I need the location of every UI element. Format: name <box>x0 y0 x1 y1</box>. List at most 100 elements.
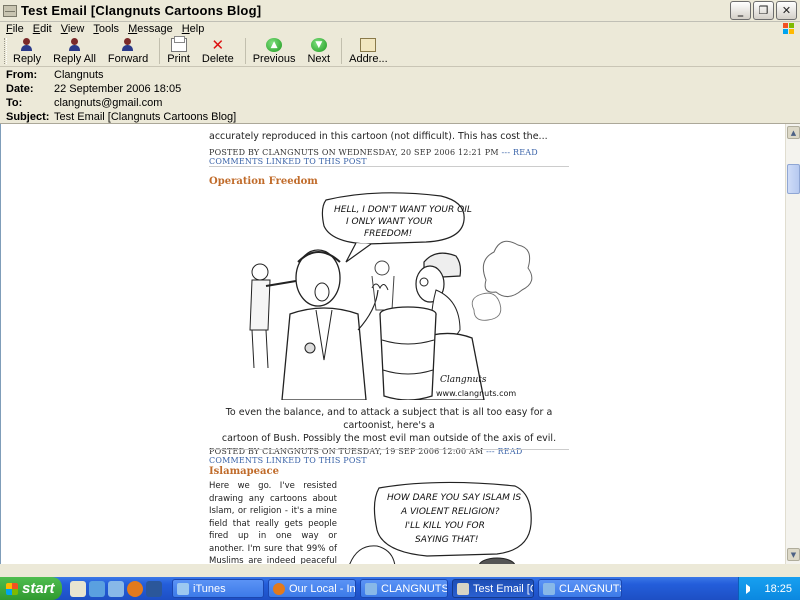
menu-tools[interactable]: Tools <box>93 23 119 35</box>
bubble-line-1: HELL, I DON'T WANT YOUR OIL <box>334 205 472 215</box>
to-label: To: <box>6 97 23 109</box>
date-value: 22 September 2006 18:05 <box>54 83 182 95</box>
next-button[interactable]: ▼ Next <box>303 36 334 65</box>
title-bar: Test Email [Clangnuts Cartoons Blog] _ ❐… <box>0 0 800 22</box>
islamapeace-cartoon: HOW DARE YOU SAY ISLAM IS A VIOLENT RELI… <box>349 481 532 564</box>
subject-value: Test Email [Clangnuts Cartoons Blog] <box>54 111 237 123</box>
show-desktop-icon[interactable] <box>70 580 86 597</box>
from-label: From: <box>6 69 38 81</box>
forward-label: Forward <box>107 53 149 65</box>
message-body[interactable]: accurately reproduced in this cartoon (n… <box>0 124 785 564</box>
reply-button[interactable]: Reply <box>9 36 45 65</box>
print-label: Print <box>167 53 190 65</box>
outlook-express-icon[interactable] <box>108 580 124 597</box>
previous-post-meta: POSTED BY CLANGNUTS ON WEDNESDAY, 20 SEP… <box>209 148 569 166</box>
internet-explorer-icon[interactable] <box>89 580 105 597</box>
previous-label: Previous <box>252 53 296 65</box>
post-operation-freedom: Operation Freedom <box>209 176 569 187</box>
to-value[interactable]: clangnuts@gmail.com <box>54 97 162 109</box>
header-subject: Subject: Test Email [Clangnuts Cartoons … <box>6 110 800 124</box>
taskbar: start iTunes Our Local - In... CLANGNUTS… <box>0 577 800 600</box>
system-tray: 18:25 <box>738 577 800 600</box>
start-label: start <box>22 580 55 597</box>
word-icon[interactable] <box>146 580 162 597</box>
addresses-button[interactable]: Addre... <box>345 36 392 65</box>
toolbar-grip[interactable] <box>4 38 7 64</box>
post-islamapeace: Islamapeace <box>209 466 569 477</box>
menu-message[interactable]: Message <box>128 23 173 35</box>
start-button[interactable]: start <box>0 577 62 600</box>
toolbar-separator <box>159 38 161 64</box>
post-title-operation-freedom[interactable]: Operation Freedom <box>209 176 569 187</box>
menu-view[interactable]: View <box>61 23 85 35</box>
addresses-label: Addre... <box>349 53 388 65</box>
window-controls: _ ❐ ✕ <box>730 1 797 20</box>
menu-bar: File Edit View Tools Message Help <box>0 22 800 36</box>
windows-flag-icon <box>6 582 18 595</box>
forward-button[interactable]: Forward <box>104 36 152 65</box>
volume-icon[interactable] <box>746 583 756 594</box>
header-date: Date: 22 September 2006 18:05 <box>6 82 800 96</box>
arrow-up-icon: ▲ <box>266 38 283 52</box>
delete-x-icon: ✕ <box>211 36 225 54</box>
vertical-scrollbar[interactable]: ▲ ▼ <box>785 124 800 564</box>
reply-all-button[interactable]: Reply All <box>49 36 100 65</box>
taskbar-item-clangnuts-1[interactable]: CLANGNUTS ... <box>360 579 448 598</box>
task-label: Test Email [Cl... <box>473 582 533 595</box>
cartoon-signature: Clangnuts <box>440 375 487 385</box>
bubble-line-1: HOW DARE YOU SAY ISLAM IS <box>387 493 521 503</box>
next-label: Next <box>307 53 331 65</box>
message-headers: From: Clangnuts Date: 22 September 2006 … <box>0 68 800 124</box>
print-button[interactable]: Print <box>163 36 194 65</box>
post-title-islamapeace[interactable]: Islamapeace <box>209 466 569 477</box>
firefox-icon <box>273 582 285 595</box>
from-value[interactable]: Clangnuts <box>54 69 104 81</box>
scroll-down-arrow-icon[interactable]: ▼ <box>787 548 800 561</box>
taskbar-item-itunes[interactable]: iTunes <box>172 579 264 598</box>
printer-icon <box>170 36 187 52</box>
date-label: Date: <box>6 83 34 95</box>
maximize-button[interactable]: ❐ <box>753 1 774 20</box>
previous-post-text: accurately reproduced in this cartoon (n… <box>209 131 548 142</box>
forward-icon <box>120 38 136 52</box>
toolbar: Reply Reply All Forward Print ✕ Delete ▲… <box>0 36 800 67</box>
minimize-button[interactable]: _ <box>730 1 751 20</box>
reply-all-label: Reply All <box>53 53 96 65</box>
taskbar-item-clangnuts-2[interactable]: CLANGNUTS ... <box>538 579 622 598</box>
post-divider <box>209 449 569 450</box>
mail-icon <box>543 582 555 595</box>
operation-freedom-cartoon: HELL, I DON'T WANT YOUR OIL I ONLY WANT … <box>249 192 533 400</box>
menu-file[interactable]: File <box>6 23 24 35</box>
post-operation-freedom-body: To even the balance, and to attack a sub… <box>209 406 569 465</box>
close-button[interactable]: ✕ <box>776 1 797 20</box>
clock[interactable]: 18:25 <box>764 583 792 595</box>
windows-logo-icon <box>783 23 794 34</box>
previous-button[interactable]: ▲ Previous <box>249 36 300 65</box>
bubble-line-4: SAYING THAT! <box>415 535 478 545</box>
menu-help[interactable]: Help <box>182 23 205 35</box>
task-label: Our Local - In... <box>289 582 356 595</box>
delete-button[interactable]: ✕ Delete <box>198 36 238 66</box>
scroll-thumb[interactable] <box>787 164 800 194</box>
window-title: Test Email [Clangnuts Cartoons Blog] <box>21 3 262 18</box>
toolbar-separator <box>244 38 246 64</box>
bubble-line-3: I'LL KILL YOU FOR <box>405 521 485 531</box>
mail-window-icon <box>3 4 17 17</box>
task-label: iTunes <box>193 582 226 595</box>
scroll-up-arrow-icon[interactable]: ▲ <box>787 126 800 139</box>
taskbar-item-our-local[interactable]: Our Local - In... <box>268 579 356 598</box>
menu-edit[interactable]: Edit <box>33 23 52 35</box>
bubble-line-3: FREEDOM! <box>364 229 412 239</box>
reply-all-icon <box>67 38 83 52</box>
subject-label: Subject: <box>6 111 50 123</box>
delete-label: Delete <box>201 53 234 65</box>
previous-post-byline: POSTED BY CLANGNUTS ON WEDNESDAY, 20 SEP… <box>209 148 499 157</box>
bubble-line-2: A VIOLENT RELIGION? <box>400 507 500 517</box>
header-from: From: Clangnuts <box>6 68 800 82</box>
task-label: CLANGNUTS ... <box>559 582 622 595</box>
firefox-icon[interactable] <box>127 580 143 597</box>
previous-post-tail: accurately reproduced in this cartoon (n… <box>209 130 569 166</box>
task-label: CLANGNUTS ... <box>381 582 448 595</box>
post-divider <box>209 166 569 167</box>
taskbar-item-test-email[interactable]: Test Email [Cl... <box>452 579 534 598</box>
